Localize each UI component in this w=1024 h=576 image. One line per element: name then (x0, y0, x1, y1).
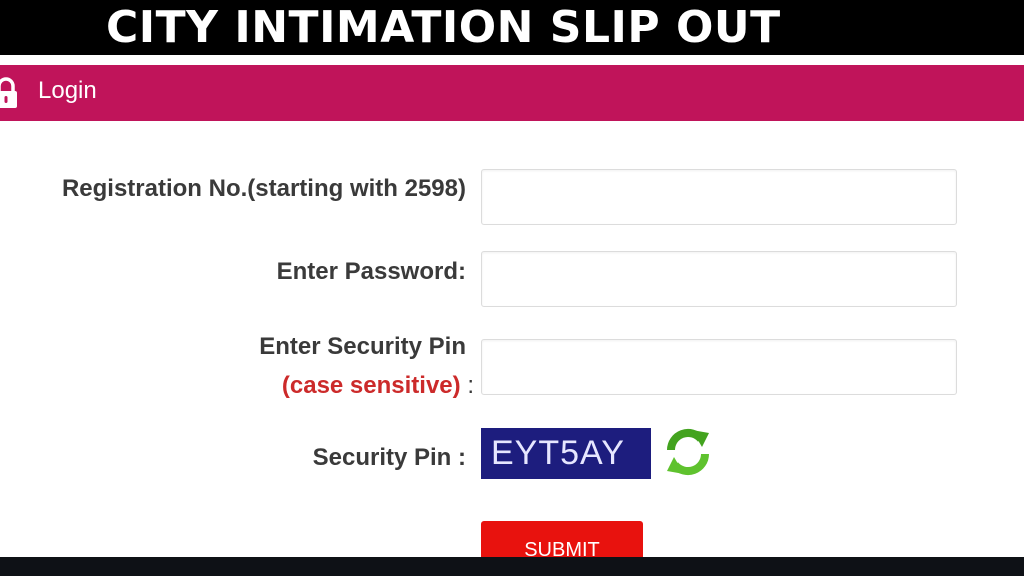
security-pin-colon: : (467, 372, 474, 399)
captcha-image: EYT5AY (481, 428, 651, 479)
refresh-icon[interactable] (662, 426, 714, 478)
security-pin-label: Security Pin : (312, 444, 466, 471)
security-pin-input[interactable] (481, 339, 957, 395)
page-title: CITY INTIMATION SLIP OUT (106, 2, 781, 53)
case-sensitive-note-row: (case sensitive) : (282, 372, 474, 400)
captcha-text: EYT5AY (491, 434, 625, 472)
password-label: Enter Password: (276, 258, 466, 285)
password-input[interactable] (481, 251, 957, 307)
title-banner: CITY INTIMATION SLIP OUT (0, 0, 1024, 55)
lock-icon (0, 77, 17, 108)
footer-bar (0, 557, 1024, 576)
registration-number-input[interactable] (481, 169, 957, 225)
registration-label: Registration No.(starting with 2598) (61, 175, 466, 202)
security-pin-input-label: Enter Security Pin (259, 333, 466, 360)
login-header-bar: Login (0, 65, 1024, 121)
case-sensitive-note: (case sensitive) (281, 372, 461, 399)
login-label: Login (38, 77, 97, 104)
